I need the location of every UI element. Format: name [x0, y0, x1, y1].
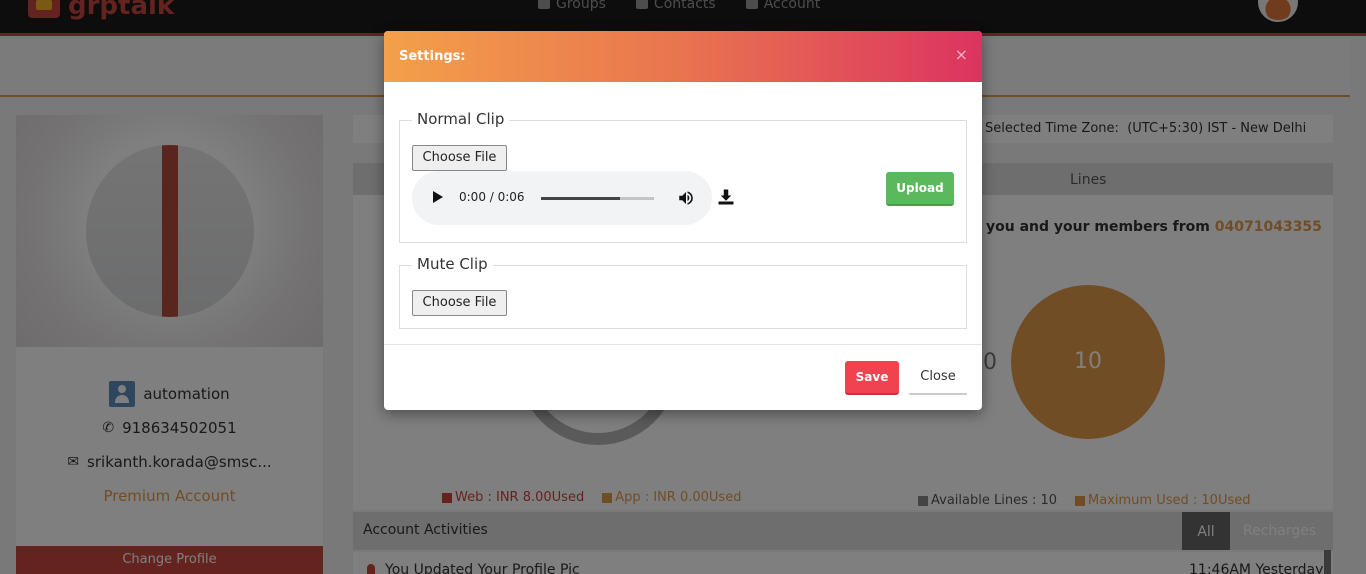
save-button[interactable]: Save [845, 361, 899, 395]
audio-seek-bar[interactable] [541, 197, 654, 200]
close-button[interactable]: Close [909, 361, 967, 395]
modal-header: Settings: × [384, 31, 982, 82]
audio-time: 0:00 / 0:06 [459, 190, 525, 204]
modal-footer: Save Close [384, 344, 982, 410]
audio-player: 0:00 / 0:06 [412, 171, 712, 225]
volume-icon[interactable] [677, 189, 695, 207]
download-icon[interactable] [717, 188, 735, 206]
upload-button[interactable]: Upload [886, 172, 954, 206]
modal-title: Settings: [399, 49, 466, 64]
settings-modal: Settings: × Normal Clip Choose File 0:00… [384, 31, 982, 410]
close-icon[interactable]: × [955, 45, 968, 64]
mute-clip-legend: Mute Clip [412, 255, 493, 273]
normal-clip-choose-file-button[interactable]: Choose File [412, 145, 507, 171]
mute-clip-fieldset: Mute Clip Choose File [399, 255, 967, 329]
normal-clip-fieldset: Normal Clip Choose File 0:00 / 0:06 Uplo… [399, 110, 967, 243]
play-icon[interactable] [433, 191, 443, 203]
mute-clip-choose-file-button[interactable]: Choose File [412, 290, 507, 316]
normal-clip-legend: Normal Clip [412, 110, 510, 128]
